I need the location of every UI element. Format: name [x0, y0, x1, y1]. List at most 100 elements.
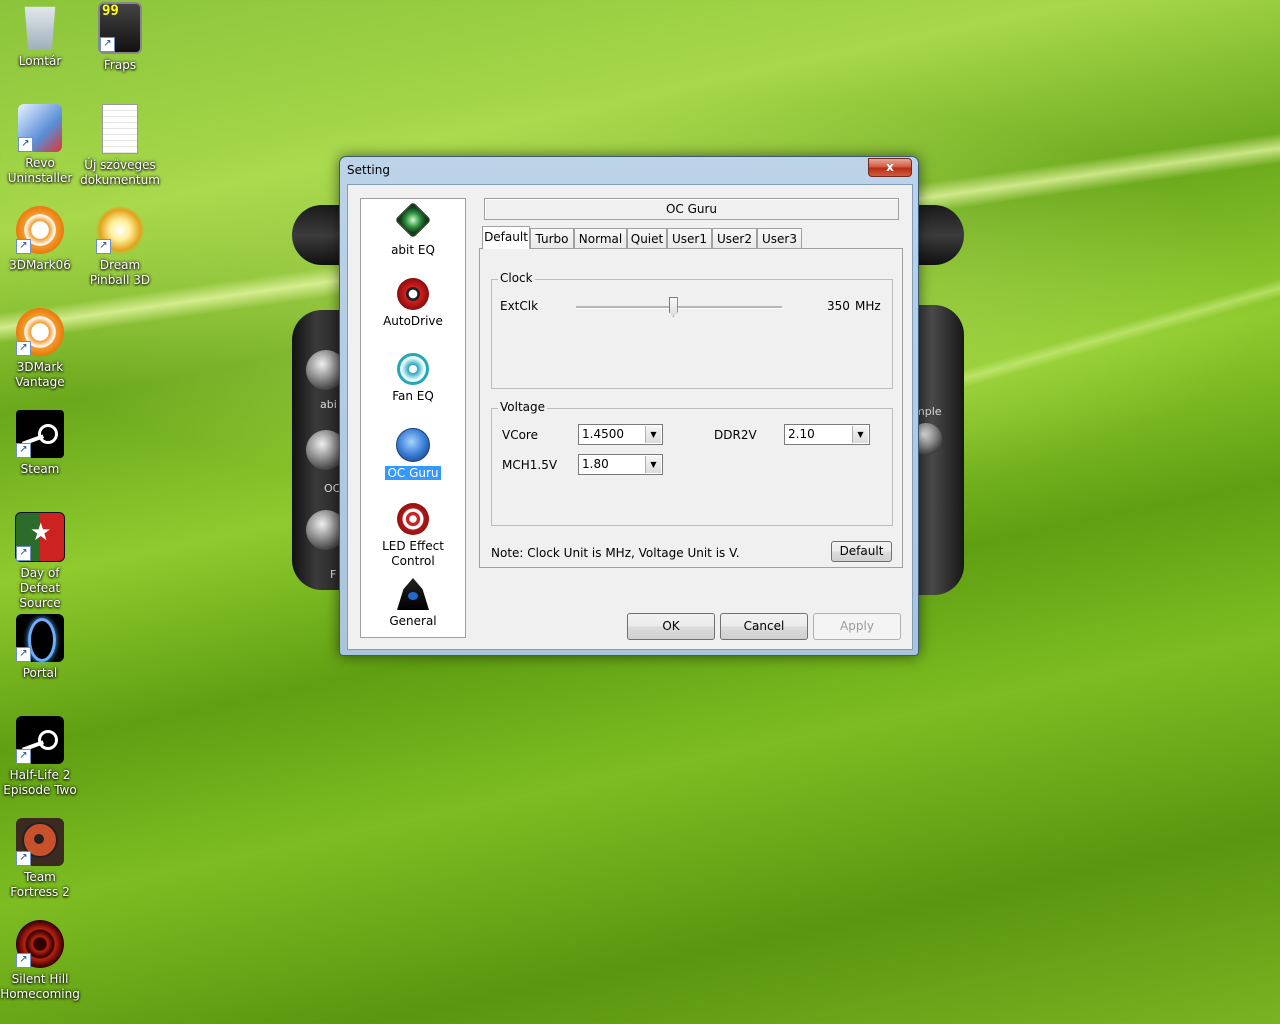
nav-item-oc-guru[interactable]: OC Guru — [361, 428, 465, 481]
voltage-group-label: Voltage — [498, 400, 548, 414]
desktop-icon-label: Steam — [20, 462, 60, 476]
desktop-icon-label: 3DMark06 — [9, 258, 71, 272]
fan-eq-icon — [397, 353, 429, 385]
tab-user3[interactable]: User3 — [757, 228, 802, 248]
vcore-value: 1.4500 — [582, 427, 624, 441]
extclk-slider-track[interactable] — [576, 306, 782, 309]
desktop-icon-label: Half-Life 2 Episode Two — [3, 768, 77, 797]
extclk-label: ExtClk — [500, 299, 539, 313]
skin-label: F — [330, 568, 337, 581]
desktop-icon-3dmark06[interactable]: ↗ 3DMark06 — [0, 206, 80, 273]
shortcut-arrow-icon: ↗ — [16, 647, 31, 662]
tab-page-default: Clock ExtClk 350 MHz Voltage VCore 1.450… — [479, 248, 903, 568]
setting-window: Setting x abit EQ AutoDrive Fan EQ OC Gu… — [339, 156, 919, 656]
desktop-icon-revo[interactable]: ↗ Revo Uninstaller — [0, 104, 80, 186]
abit-eq-icon — [394, 201, 432, 239]
tab-quiet[interactable]: Quiet — [627, 228, 667, 248]
mch-select[interactable]: 1.80 ▼ — [578, 454, 663, 475]
portal-icon: ↗ — [16, 614, 64, 662]
nav-label: Fan EQ — [392, 389, 434, 403]
desktop-icon-text-document[interactable]: Új szöveges dokumentum — [80, 104, 160, 188]
nav-label: LED Effect Control — [382, 539, 444, 568]
clock-group: Clock ExtClk 350 MHz — [491, 271, 893, 389]
ddr2v-value: 2.10 — [788, 427, 815, 441]
revo-uninstaller-icon: ↗ — [18, 104, 62, 152]
skin-label: abi — [320, 398, 337, 411]
desktop-icon-label: Revo Uninstaller — [7, 156, 73, 185]
desktop-icon-portal[interactable]: ↗ Portal — [0, 614, 80, 681]
desktop-icon-label: Team Fortress 2 — [10, 870, 70, 899]
fraps-icon: 99 ↗ — [98, 2, 142, 54]
shortcut-arrow-icon: ↗ — [16, 851, 31, 866]
mch-value: 1.80 — [582, 457, 609, 471]
ok-button[interactable]: OK — [627, 613, 715, 640]
desktop-icon-label: Új szöveges dokumentum — [80, 158, 160, 187]
dream-pinball-icon: ↗ — [96, 206, 144, 254]
clock-group-label: Clock — [498, 271, 535, 285]
desktop-icon-silent-hill[interactable]: ↗ Silent Hill Homecoming — [0, 920, 80, 1002]
tab-user1[interactable]: User1 — [667, 228, 712, 248]
nav-label: General — [389, 614, 437, 628]
general-icon — [397, 578, 429, 610]
nav-item-general[interactable]: General — [361, 578, 465, 629]
default-button[interactable]: Default — [831, 541, 892, 562]
tab-user2[interactable]: User2 — [712, 228, 757, 248]
tab-turbo[interactable]: Turbo — [530, 228, 574, 248]
shortcut-arrow-icon: ↗ — [16, 443, 31, 458]
extclk-slider-thumb[interactable] — [668, 297, 678, 317]
steam-icon: ↗ — [16, 410, 64, 458]
oc-guru-panel: OC Guru Default Turbo Normal Quiet User1… — [479, 198, 903, 570]
title-bar[interactable]: Setting x — [340, 157, 918, 183]
led-effect-icon — [397, 503, 429, 535]
desktop-icon-3dmark-vantage[interactable]: ↗ 3DMark Vantage — [0, 308, 80, 390]
panel-title: OC Guru — [484, 198, 899, 220]
team-fortress-2-icon: ↗ — [16, 818, 64, 866]
vcore-select[interactable]: 1.4500 ▼ — [578, 424, 663, 445]
chevron-down-icon[interactable]: ▼ — [645, 456, 661, 473]
desktop-icon-label: Fraps — [103, 58, 137, 72]
shortcut-arrow-icon: ↗ — [16, 749, 31, 764]
desktop-icon-half-life-2[interactable]: ↗ Half-Life 2 Episode Two — [0, 716, 80, 798]
nav-item-fan-eq[interactable]: Fan EQ — [361, 353, 465, 404]
chevron-down-icon[interactable]: ▼ — [852, 426, 868, 443]
mch-label: MCH1.5V — [502, 458, 558, 472]
desktop-icon-recycle-bin[interactable]: Lomtár — [0, 2, 80, 69]
desktop-icon-label: 3DMark Vantage — [15, 360, 65, 389]
chevron-down-icon[interactable]: ▼ — [645, 426, 661, 443]
nav-label: OC Guru — [385, 466, 441, 480]
shortcut-arrow-icon: ↗ — [16, 341, 31, 356]
desktop-icon-label: Dream Pinball 3D — [89, 258, 151, 287]
ddr2v-select[interactable]: 2.10 ▼ — [784, 424, 870, 445]
shortcut-arrow-icon: ↗ — [100, 37, 115, 52]
3dmark-vantage-icon: ↗ — [16, 308, 64, 356]
tab-default[interactable]: Default — [482, 226, 530, 249]
day-of-defeat-icon: ★ ↗ — [15, 512, 65, 562]
window-title: Setting — [347, 163, 390, 177]
nav-item-led-effect[interactable]: LED Effect Control — [361, 503, 465, 569]
desktop-icon-day-of-defeat[interactable]: ★ ↗ Day of Defeat Source — [0, 512, 80, 611]
ddr2v-label: DDR2V — [714, 428, 757, 442]
shortcut-arrow-icon: ↗ — [16, 953, 31, 968]
desktop-icon-fraps[interactable]: 99 ↗ Fraps — [80, 2, 160, 73]
desktop-icon-label: Day of Defeat Source — [19, 566, 61, 610]
silent-hill-icon: ↗ — [16, 920, 64, 968]
half-life-2-icon: ↗ — [16, 716, 64, 764]
nav-item-autodrive[interactable]: AutoDrive — [361, 278, 465, 329]
nav-label: abit EQ — [391, 243, 435, 257]
tab-normal[interactable]: Normal — [574, 228, 627, 248]
fraps-counter: 99 — [102, 3, 119, 19]
cancel-button[interactable]: Cancel — [720, 613, 808, 640]
extclk-value: 350 — [827, 299, 850, 313]
autodrive-icon — [397, 278, 429, 310]
nav-label: AutoDrive — [383, 314, 443, 328]
apply-button[interactable]: Apply — [813, 613, 901, 640]
close-icon: x — [886, 160, 894, 174]
desktop-icon-dream-pinball[interactable]: ↗ Dream Pinball 3D — [80, 206, 160, 288]
desktop-icon-steam[interactable]: ↗ Steam — [0, 410, 80, 477]
recycle-bin-icon — [24, 6, 56, 50]
text-document-icon — [102, 104, 138, 154]
nav-item-abit-eq[interactable]: abit EQ — [361, 201, 465, 258]
desktop-icon-team-fortress-2[interactable]: ↗ Team Fortress 2 — [0, 818, 80, 900]
skin-label: OC — [324, 482, 341, 495]
close-button[interactable]: x — [868, 158, 912, 177]
